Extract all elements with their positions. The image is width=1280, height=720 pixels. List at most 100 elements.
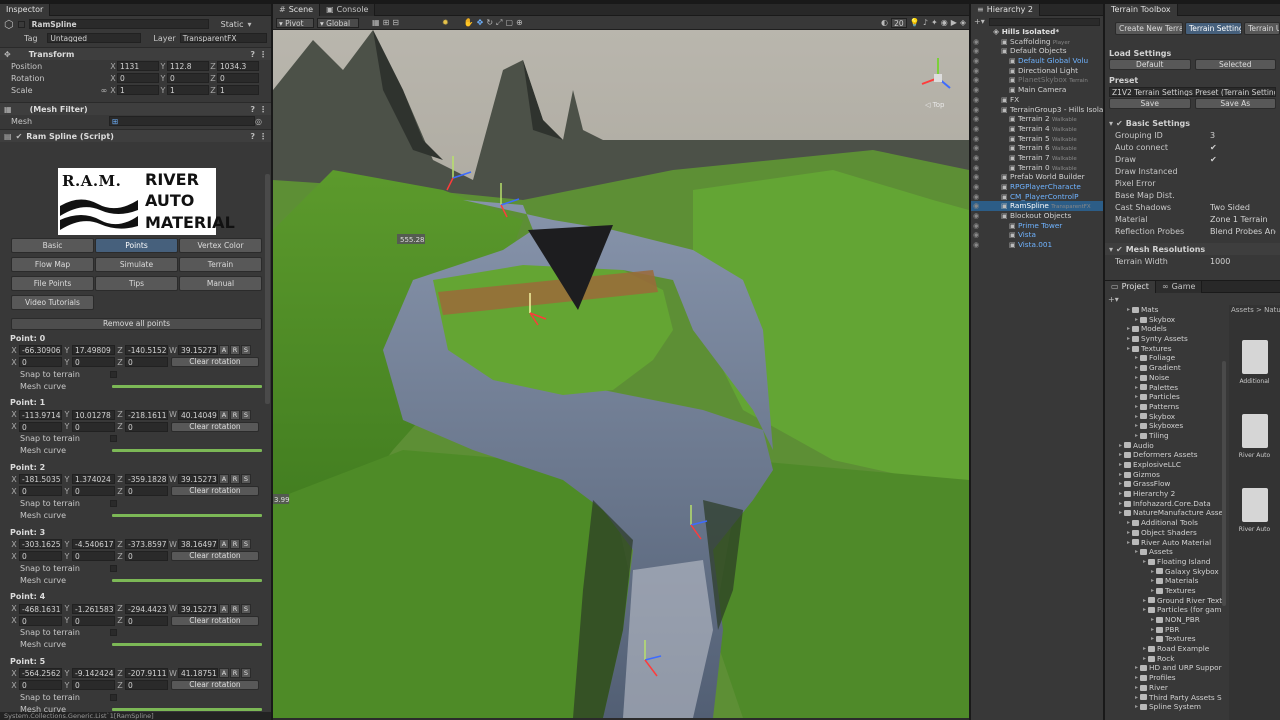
layer-dropdown[interactable]: TransparentFX bbox=[179, 33, 267, 43]
rot-y-field[interactable]: 0 bbox=[72, 486, 115, 497]
point-width-field[interactable]: 41.18751 bbox=[178, 668, 218, 679]
tab-project[interactable]: ▭ Project bbox=[1105, 281, 1156, 293]
hierarchy-item[interactable]: ◉ ▣ Terrain 7 Walkable bbox=[971, 153, 1103, 163]
add-point-button[interactable]: A bbox=[219, 539, 229, 550]
project-folder[interactable]: ▸ Noise bbox=[1105, 373, 1225, 383]
eye-icon[interactable]: ◉ bbox=[973, 163, 979, 173]
project-tree-scrollbar[interactable] bbox=[1222, 361, 1226, 606]
project-folder[interactable]: ▸ Synty Assets bbox=[1105, 334, 1225, 344]
point-x-field[interactable]: -564.2562 bbox=[19, 668, 62, 679]
transform-header[interactable]: ✥ Transform ? ⋮ bbox=[0, 47, 271, 60]
point-z-field[interactable]: -373.8597 bbox=[125, 539, 168, 550]
split-point-button[interactable]: S bbox=[241, 603, 251, 614]
project-folder[interactable]: ▸ Textures bbox=[1105, 634, 1225, 644]
transform-tool-icon[interactable]: ⊕ bbox=[516, 18, 523, 27]
hidden-objects-icon[interactable]: ◉ bbox=[941, 18, 948, 27]
hierarchy-item[interactable]: ◉ ▣ CM_PlayerControlP bbox=[971, 192, 1103, 202]
position-z-field[interactable]: 1034.3 bbox=[217, 61, 259, 71]
hierarchy-item[interactable]: ◉ ▣ TerrainGroup3 - Hills Isola bbox=[971, 105, 1103, 115]
rot-z-field[interactable]: 0 bbox=[125, 680, 168, 691]
simulate-button[interactable]: Simulate bbox=[95, 257, 178, 272]
point-z-field[interactable]: -140.5152 bbox=[125, 345, 168, 355]
point-y-field[interactable]: 10.01278 bbox=[72, 409, 115, 420]
eye-icon[interactable]: ◉ bbox=[973, 172, 979, 182]
inspector-scrollbar[interactable] bbox=[265, 174, 270, 404]
expand-arrow-icon[interactable]: ▸ bbox=[1127, 344, 1130, 354]
expand-arrow-icon[interactable]: ▸ bbox=[1119, 460, 1122, 470]
create-new-terrain-tab[interactable]: Create New Terrain bbox=[1115, 22, 1183, 35]
point-width-field[interactable]: 39.15273 bbox=[178, 345, 218, 355]
file-points-button[interactable]: File Points bbox=[11, 276, 94, 291]
help-icon[interactable]: ? bbox=[250, 50, 255, 59]
rot-x-field[interactable]: 0 bbox=[19, 421, 62, 432]
add-icon[interactable]: +▾ bbox=[1108, 295, 1119, 304]
asset-tile[interactable]: River Auto bbox=[1229, 389, 1280, 463]
expand-arrow-icon[interactable]: ▸ bbox=[1127, 324, 1130, 334]
eye-icon[interactable]: ◉ bbox=[973, 143, 979, 153]
expand-arrow-icon[interactable]: ▸ bbox=[1135, 412, 1138, 422]
point-z-field[interactable]: -294.4423 bbox=[125, 603, 168, 614]
tab-inspector[interactable]: Inspector bbox=[0, 4, 51, 16]
snap-increment-icon[interactable]: ⊞ bbox=[383, 18, 390, 27]
sun-gizmo-icon[interactable]: ✹ bbox=[442, 18, 449, 27]
checkmark-icon[interactable]: ✔ bbox=[16, 132, 23, 141]
project-folder[interactable]: ▸ Additional Tools bbox=[1105, 518, 1225, 528]
eye-icon[interactable]: ◉ bbox=[973, 46, 979, 56]
snap-icon[interactable]: ⊟ bbox=[392, 18, 399, 27]
project-folder[interactable]: ▸ Models bbox=[1105, 324, 1225, 334]
expand-arrow-icon[interactable]: ▸ bbox=[1135, 702, 1138, 712]
mesh-filter-header[interactable]: ▦ (Mesh Filter) ? ⋮ bbox=[0, 102, 271, 115]
point-width-field[interactable]: 38.16497 bbox=[178, 539, 218, 550]
add-point-button[interactable]: A bbox=[219, 668, 229, 679]
mesh-curve-field[interactable] bbox=[112, 707, 262, 711]
remove-all-points-button[interactable]: Remove all points bbox=[11, 318, 262, 330]
rot-y-field[interactable]: 0 bbox=[72, 551, 115, 562]
expand-arrow-icon[interactable]: ▸ bbox=[1119, 499, 1122, 509]
split-point-button[interactable]: S bbox=[241, 539, 251, 550]
project-folder[interactable]: ▸ Mats bbox=[1105, 305, 1225, 315]
selected-button[interactable]: Selected bbox=[1194, 59, 1276, 70]
point-width-field[interactable]: 39.15273 bbox=[178, 603, 218, 614]
split-point-button[interactable]: S bbox=[241, 345, 251, 355]
terrain-button[interactable]: Terrain bbox=[179, 257, 262, 272]
expand-arrow-icon[interactable]: ▸ bbox=[1135, 315, 1138, 325]
tab-hierarchy[interactable]: ≡ Hierarchy 2 bbox=[971, 4, 1041, 16]
tab-game[interactable]: ∞ Game bbox=[1155, 281, 1203, 293]
mesh-curve-field[interactable] bbox=[112, 449, 262, 453]
rot-y-field[interactable]: 0 bbox=[72, 357, 115, 367]
project-folder[interactable]: ▸ Materials bbox=[1105, 576, 1225, 586]
lighting-icon[interactable]: 💡 bbox=[910, 18, 920, 27]
project-folder[interactable]: ▸ PBR bbox=[1105, 625, 1225, 635]
link-icon[interactable]: ∞ bbox=[99, 86, 109, 95]
project-folder[interactable]: ▸ Palettes bbox=[1105, 383, 1225, 393]
move-tool-icon[interactable]: ✥ bbox=[477, 18, 484, 27]
mesh-resolutions-header[interactable]: ▾ ✔ Mesh Resolutions bbox=[1105, 243, 1280, 255]
tab-scene[interactable]: # Scene bbox=[273, 4, 321, 16]
point-width-field[interactable]: 39.15273 bbox=[178, 474, 218, 485]
basic-button[interactable]: Basic bbox=[11, 238, 94, 253]
rot-y-field[interactable]: 0 bbox=[72, 421, 115, 432]
expand-arrow-icon[interactable]: ▸ bbox=[1135, 392, 1138, 402]
project-folder[interactable]: ▸ Hierarchy 2 bbox=[1105, 489, 1225, 499]
rect-tool-icon[interactable]: ▢ bbox=[505, 18, 513, 27]
rot-x-field[interactable]: 0 bbox=[19, 486, 62, 497]
project-folder[interactable]: ▸ Skybox bbox=[1105, 412, 1225, 422]
remove-point-button[interactable]: R bbox=[230, 409, 240, 420]
add-icon[interactable]: +▾ bbox=[974, 17, 985, 26]
tag-dropdown[interactable]: Untagged bbox=[47, 33, 142, 43]
settings-icon[interactable]: ⋮ bbox=[259, 50, 267, 59]
expand-arrow-icon[interactable]: ▸ bbox=[1135, 373, 1138, 383]
project-folder[interactable]: ▸ Particles bbox=[1105, 392, 1225, 402]
settings-icon[interactable]: ⋮ bbox=[259, 132, 267, 141]
expand-arrow-icon[interactable]: ▸ bbox=[1119, 450, 1122, 460]
project-folder[interactable]: ▸ Gizmos bbox=[1105, 470, 1225, 480]
toolbox-field-value[interactable]: Zone 1 Terrain bbox=[1210, 215, 1276, 224]
eye-icon[interactable]: ◉ bbox=[973, 182, 979, 192]
hierarchy-item[interactable]: ◉ ▣ PlanetSkybox Terrain bbox=[971, 75, 1103, 85]
point-y-field[interactable]: -4.540617 bbox=[72, 539, 115, 550]
expand-arrow-icon[interactable]: ▸ bbox=[1143, 605, 1146, 615]
hierarchy-item[interactable]: ◉ ▣ RPGPlayerCharacte bbox=[971, 182, 1103, 192]
basic-settings-header[interactable]: ▾ ✔ Basic Settings bbox=[1105, 117, 1280, 129]
add-point-button[interactable]: A bbox=[219, 603, 229, 614]
expand-arrow-icon[interactable]: ▸ bbox=[1151, 586, 1154, 596]
